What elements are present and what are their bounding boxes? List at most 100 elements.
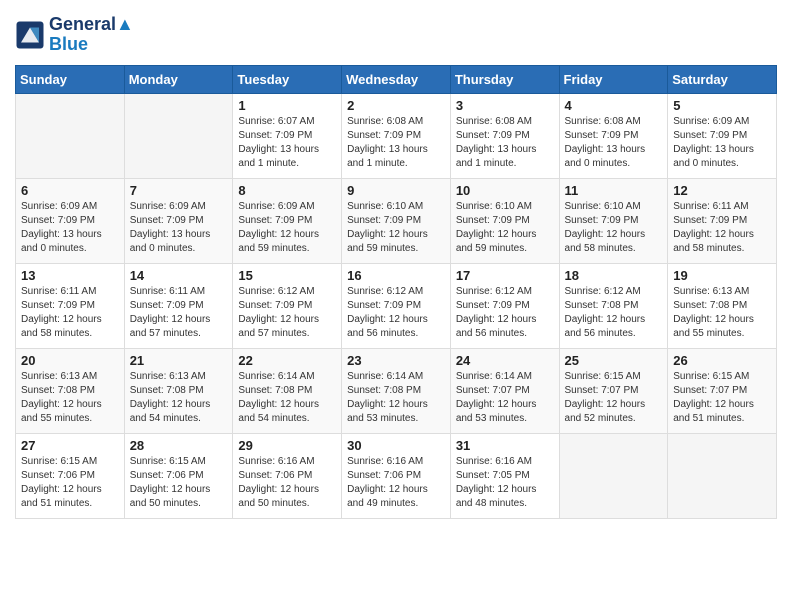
day-number: 14 bbox=[130, 268, 228, 283]
calendar-cell: 25 Sunrise: 6:15 AM Sunset: 7:07 PM Dayli… bbox=[559, 348, 668, 433]
day-info: Sunrise: 6:16 AM Sunset: 7:05 PM Dayligh… bbox=[456, 455, 554, 511]
day-number: 18 bbox=[565, 268, 663, 283]
day-info: Sunrise: 6:10 AM Sunset: 7:09 PM Dayligh… bbox=[565, 200, 663, 256]
calendar-cell: 16Sunrise: 6:12 AM Sunset: 7:09 PM Dayli… bbox=[342, 263, 451, 348]
day-number: 17 bbox=[456, 268, 554, 283]
day-number: 9 bbox=[347, 183, 445, 198]
day-info: Sunrise: 6:09 AM Sunset: 7:09 PM Dayligh… bbox=[21, 200, 119, 256]
calendar-cell: 19 Sunrise: 6:13 AM Sunset: 7:08 PM Dayli… bbox=[668, 263, 777, 348]
day-info: Sunrise: 6:14 AM Sunset: 7:07 PM Dayligh… bbox=[456, 370, 554, 426]
calendar-cell: 3 Sunrise: 6:08 AM Sunset: 7:09 PM Daylig… bbox=[450, 93, 559, 178]
day-info: Sunrise: 6:08 AM Sunset: 7:09 PM Dayligh… bbox=[565, 115, 663, 171]
day-info: Sunrise: 6:16 AM Sunset: 7:06 PM Dayligh… bbox=[238, 455, 336, 511]
calendar-cell: 21Sunrise: 6:13 AM Sunset: 7:08 PM Dayli… bbox=[124, 348, 233, 433]
calendar-table: SundayMondayTuesdayWednesdayThursdayFrid… bbox=[15, 65, 777, 519]
calendar-cell: 26 Sunrise: 6:15 AM Sunset: 7:07 PM Dayli… bbox=[668, 348, 777, 433]
day-info: Sunrise: 6:09 AM Sunset: 7:09 PM Dayligh… bbox=[238, 200, 336, 256]
day-info: Sunrise: 6:15 AM Sunset: 7:06 PM Dayligh… bbox=[21, 455, 119, 511]
day-number: 13 bbox=[21, 268, 119, 283]
calendar-cell: 6 Sunrise: 6:09 AM Sunset: 7:09 PM Daylig… bbox=[16, 178, 125, 263]
calendar-week-row: 20 Sunrise: 6:13 AM Sunset: 7:08 PM Dayli… bbox=[16, 348, 777, 433]
day-info: Sunrise: 6:07 AM Sunset: 7:09 PM Dayligh… bbox=[238, 115, 336, 171]
logo: General▲ Blue bbox=[15, 15, 134, 55]
day-number: 27 bbox=[21, 438, 119, 453]
calendar-week-row: 1 Sunrise: 6:07 AM Sunset: 7:09 PM Daylig… bbox=[16, 93, 777, 178]
calendar-cell: 4Sunrise: 6:08 AM Sunset: 7:09 PM Daylig… bbox=[559, 93, 668, 178]
calendar-week-row: 27 Sunrise: 6:15 AM Sunset: 7:06 PM Dayli… bbox=[16, 433, 777, 518]
day-number: 19 bbox=[673, 268, 771, 283]
calendar-cell: 17 Sunrise: 6:12 AM Sunset: 7:09 PM Dayli… bbox=[450, 263, 559, 348]
day-header-row: SundayMondayTuesdayWednesdayThursdayFrid… bbox=[16, 65, 777, 93]
day-info: Sunrise: 6:09 AM Sunset: 7:09 PM Dayligh… bbox=[130, 200, 228, 256]
day-number: 29 bbox=[238, 438, 336, 453]
day-info: Sunrise: 6:15 AM Sunset: 7:06 PM Dayligh… bbox=[130, 455, 228, 511]
day-number: 20 bbox=[21, 353, 119, 368]
calendar-cell: 11 Sunrise: 6:10 AM Sunset: 7:09 PM Dayli… bbox=[559, 178, 668, 263]
calendar-cell: 31 Sunrise: 6:16 AM Sunset: 7:05 PM Dayli… bbox=[450, 433, 559, 518]
day-number: 24 bbox=[456, 353, 554, 368]
day-info: Sunrise: 6:12 AM Sunset: 7:09 PM Dayligh… bbox=[456, 285, 554, 341]
logo-icon bbox=[15, 20, 45, 50]
day-info: Sunrise: 6:11 AM Sunset: 7:09 PM Dayligh… bbox=[21, 285, 119, 341]
day-number: 31 bbox=[456, 438, 554, 453]
day-number: 30 bbox=[347, 438, 445, 453]
day-of-week-header: Sunday bbox=[16, 65, 125, 93]
day-info: Sunrise: 6:08 AM Sunset: 7:09 PM Dayligh… bbox=[456, 115, 554, 171]
day-info: Sunrise: 6:12 AM Sunset: 7:09 PM Dayligh… bbox=[238, 285, 336, 341]
calendar-cell: 9 Sunrise: 6:10 AM Sunset: 7:09 PM Daylig… bbox=[342, 178, 451, 263]
calendar-cell bbox=[559, 433, 668, 518]
calendar-week-row: 13 Sunrise: 6:11 AM Sunset: 7:09 PM Dayli… bbox=[16, 263, 777, 348]
calendar-cell: 23 Sunrise: 6:14 AM Sunset: 7:08 PM Dayli… bbox=[342, 348, 451, 433]
day-of-week-header: Wednesday bbox=[342, 65, 451, 93]
day-info: Sunrise: 6:10 AM Sunset: 7:09 PM Dayligh… bbox=[347, 200, 445, 256]
day-number: 1 bbox=[238, 98, 336, 113]
day-of-week-header: Monday bbox=[124, 65, 233, 93]
calendar-cell: 13 Sunrise: 6:11 AM Sunset: 7:09 PM Dayli… bbox=[16, 263, 125, 348]
day-info: Sunrise: 6:13 AM Sunset: 7:08 PM Dayligh… bbox=[130, 370, 228, 426]
calendar-cell: 7 Sunrise: 6:09 AM Sunset: 7:09 PM Daylig… bbox=[124, 178, 233, 263]
day-number: 2 bbox=[347, 98, 445, 113]
day-info: Sunrise: 6:12 AM Sunset: 7:09 PM Dayligh… bbox=[347, 285, 445, 341]
day-number: 11 bbox=[565, 183, 663, 198]
calendar-cell: 15Sunrise: 6:12 AM Sunset: 7:09 PM Dayli… bbox=[233, 263, 342, 348]
day-of-week-header: Friday bbox=[559, 65, 668, 93]
day-info: Sunrise: 6:13 AM Sunset: 7:08 PM Dayligh… bbox=[673, 285, 771, 341]
day-info: Sunrise: 6:12 AM Sunset: 7:08 PM Dayligh… bbox=[565, 285, 663, 341]
calendar-cell bbox=[668, 433, 777, 518]
day-number: 8 bbox=[238, 183, 336, 198]
day-info: Sunrise: 6:13 AM Sunset: 7:08 PM Dayligh… bbox=[21, 370, 119, 426]
day-info: Sunrise: 6:15 AM Sunset: 7:07 PM Dayligh… bbox=[673, 370, 771, 426]
day-info: Sunrise: 6:14 AM Sunset: 7:08 PM Dayligh… bbox=[238, 370, 336, 426]
day-info: Sunrise: 6:10 AM Sunset: 7:09 PM Dayligh… bbox=[456, 200, 554, 256]
day-info: Sunrise: 6:09 AM Sunset: 7:09 PM Dayligh… bbox=[673, 115, 771, 171]
calendar-cell: 12 Sunrise: 6:11 AM Sunset: 7:09 PM Dayli… bbox=[668, 178, 777, 263]
calendar-cell: 2 Sunrise: 6:08 AM Sunset: 7:09 PM Daylig… bbox=[342, 93, 451, 178]
day-number: 6 bbox=[21, 183, 119, 198]
day-number: 26 bbox=[673, 353, 771, 368]
day-number: 22 bbox=[238, 353, 336, 368]
calendar-cell bbox=[16, 93, 125, 178]
day-of-week-header: Tuesday bbox=[233, 65, 342, 93]
day-number: 23 bbox=[347, 353, 445, 368]
calendar-week-row: 6 Sunrise: 6:09 AM Sunset: 7:09 PM Daylig… bbox=[16, 178, 777, 263]
calendar-cell: 30 Sunrise: 6:16 AM Sunset: 7:06 PM Dayli… bbox=[342, 433, 451, 518]
calendar-cell: 20 Sunrise: 6:13 AM Sunset: 7:08 PM Dayli… bbox=[16, 348, 125, 433]
day-info: Sunrise: 6:16 AM Sunset: 7:06 PM Dayligh… bbox=[347, 455, 445, 511]
day-number: 25 bbox=[565, 353, 663, 368]
calendar-cell: 27 Sunrise: 6:15 AM Sunset: 7:06 PM Dayli… bbox=[16, 433, 125, 518]
calendar-cell: 28Sunrise: 6:15 AM Sunset: 7:06 PM Dayli… bbox=[124, 433, 233, 518]
day-info: Sunrise: 6:14 AM Sunset: 7:08 PM Dayligh… bbox=[347, 370, 445, 426]
day-of-week-header: Thursday bbox=[450, 65, 559, 93]
day-number: 12 bbox=[673, 183, 771, 198]
calendar-cell: 1 Sunrise: 6:07 AM Sunset: 7:09 PM Daylig… bbox=[233, 93, 342, 178]
calendar-cell: 24 Sunrise: 6:14 AM Sunset: 7:07 PM Dayli… bbox=[450, 348, 559, 433]
day-info: Sunrise: 6:11 AM Sunset: 7:09 PM Dayligh… bbox=[130, 285, 228, 341]
day-info: Sunrise: 6:11 AM Sunset: 7:09 PM Dayligh… bbox=[673, 200, 771, 256]
day-number: 3 bbox=[456, 98, 554, 113]
day-info: Sunrise: 6:08 AM Sunset: 7:09 PM Dayligh… bbox=[347, 115, 445, 171]
calendar-cell: 14 Sunrise: 6:11 AM Sunset: 7:09 PM Dayli… bbox=[124, 263, 233, 348]
day-number: 7 bbox=[130, 183, 228, 198]
calendar-cell: 18 Sunrise: 6:12 AM Sunset: 7:08 PM Dayli… bbox=[559, 263, 668, 348]
day-info: Sunrise: 6:15 AM Sunset: 7:07 PM Dayligh… bbox=[565, 370, 663, 426]
calendar-cell: 22 Sunrise: 6:14 AM Sunset: 7:08 PM Dayli… bbox=[233, 348, 342, 433]
